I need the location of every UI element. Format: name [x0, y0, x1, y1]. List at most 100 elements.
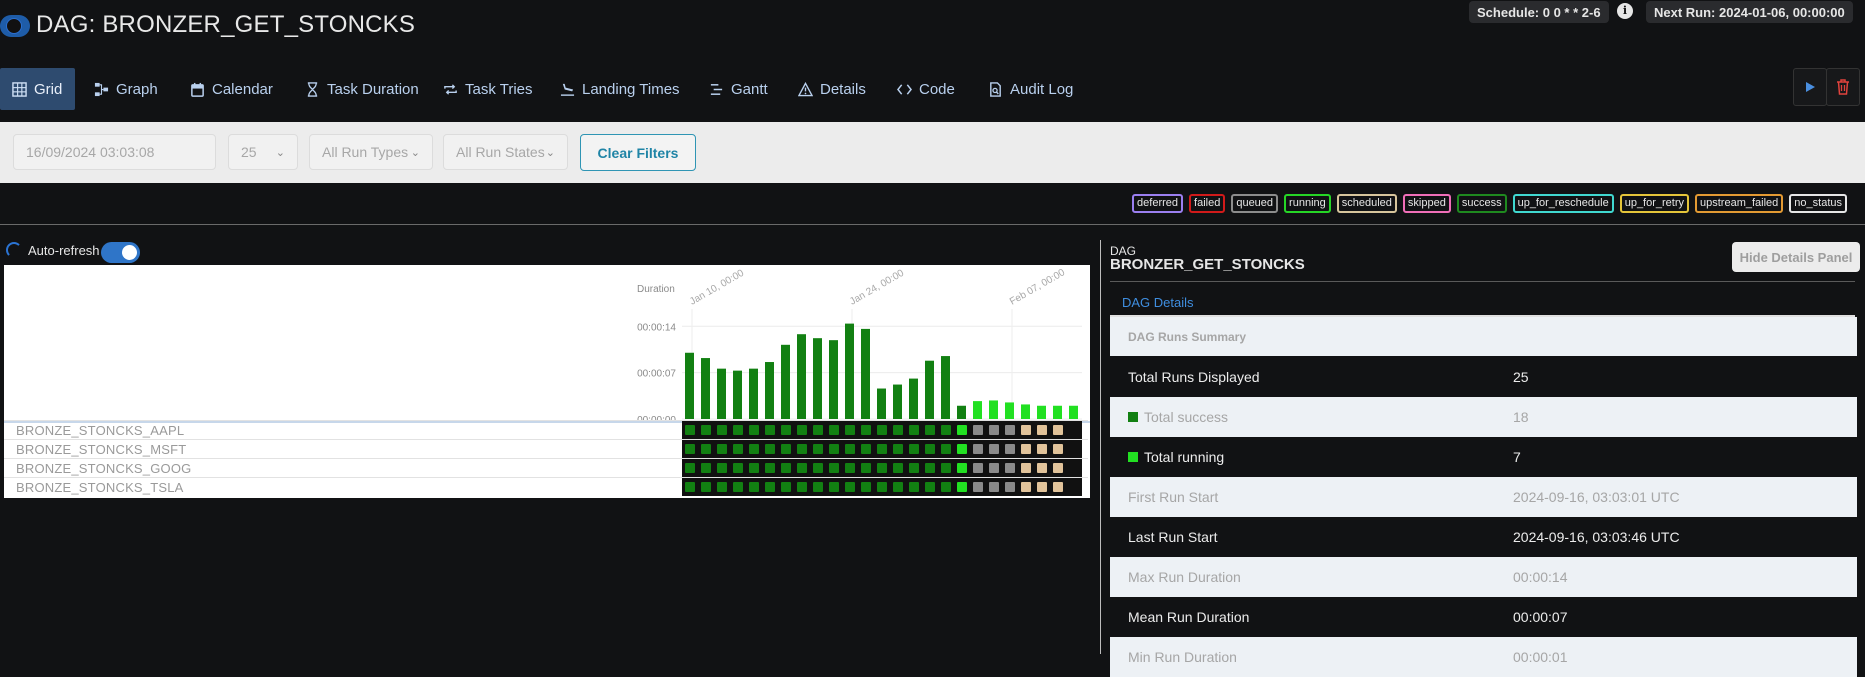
task-instance-cell[interactable] — [813, 463, 823, 473]
details-dag-name[interactable]: BRONZER_GET_STONCKS — [1110, 256, 1305, 273]
task-instance-cell[interactable] — [877, 425, 887, 435]
task-instance-cell[interactable] — [781, 425, 791, 435]
task-instance-cell[interactable] — [1005, 463, 1015, 473]
task-instance-cell[interactable] — [717, 482, 727, 492]
task-instance-cell[interactable] — [877, 463, 887, 473]
task-instance-cell[interactable] — [733, 425, 743, 435]
task-instance-cell[interactable] — [909, 463, 919, 473]
task-instance-cell[interactable] — [1037, 482, 1047, 492]
legend-item-no-status[interactable]: no_status — [1789, 194, 1847, 213]
task-instance-cell[interactable] — [701, 444, 711, 454]
task-instance-cell[interactable] — [973, 482, 983, 492]
legend-item-skipped[interactable]: skipped — [1402, 194, 1451, 213]
trigger-dag-button[interactable] — [1793, 68, 1827, 106]
task-instance-cell[interactable] — [765, 444, 775, 454]
base-date-input[interactable]: 16/09/2024 03:03:08 — [13, 134, 216, 170]
tab-gantt[interactable]: Gantt — [697, 68, 780, 110]
task-name[interactable]: BRONZE_STONCKS_AAPL — [16, 423, 184, 438]
task-instance-cell[interactable] — [829, 482, 839, 492]
task-instance-cell[interactable] — [957, 463, 967, 473]
legend-item-scheduled[interactable]: scheduled — [1336, 194, 1397, 213]
task-instance-cell[interactable] — [749, 463, 759, 473]
task-instance-cell[interactable] — [749, 482, 759, 492]
tab-dag-details[interactable]: DAG Details — [1122, 295, 1194, 310]
task-instance-cell[interactable] — [685, 463, 695, 473]
legend-item-queued[interactable]: queued — [1231, 194, 1279, 213]
task-instance-cell[interactable] — [1005, 425, 1015, 435]
task-instance-cell[interactable] — [685, 444, 695, 454]
task-name[interactable]: BRONZE_STONCKS_TSLA — [16, 480, 184, 495]
task-instance-cell[interactable] — [1021, 463, 1031, 473]
task-instance-cell[interactable] — [701, 425, 711, 435]
task-row[interactable]: BRONZE_STONCKS_AAPL — [4, 420, 1088, 439]
task-instance-cell[interactable] — [893, 444, 903, 454]
tab-landing-times[interactable]: Landing Times — [548, 68, 692, 110]
task-instance-cell[interactable] — [957, 482, 967, 492]
task-instance-cell[interactable] — [877, 444, 887, 454]
task-instance-cell[interactable] — [893, 482, 903, 492]
task-instance-cell[interactable] — [701, 482, 711, 492]
task-instance-cell[interactable] — [957, 425, 967, 435]
legend-item-failed[interactable]: failed — [1189, 194, 1226, 213]
task-instance-cell[interactable] — [941, 444, 951, 454]
task-instance-cell[interactable] — [829, 444, 839, 454]
task-instance-cell[interactable] — [813, 444, 823, 454]
task-instance-cell[interactable] — [765, 425, 775, 435]
task-instance-cell[interactable] — [877, 482, 887, 492]
task-instance-cell[interactable] — [861, 463, 871, 473]
task-instance-cell[interactable] — [861, 425, 871, 435]
task-instance-cell[interactable] — [717, 444, 727, 454]
task-instance-cell[interactable] — [765, 463, 775, 473]
task-name[interactable]: BRONZE_STONCKS_GOOG — [16, 461, 192, 476]
task-instance-cell[interactable] — [797, 425, 807, 435]
task-row[interactable]: BRONZE_STONCKS_MSFT — [4, 439, 1088, 458]
task-instance-cell[interactable] — [749, 425, 759, 435]
task-instance-cell[interactable] — [989, 425, 999, 435]
task-row[interactable]: BRONZE_STONCKS_GOOG — [4, 458, 1088, 477]
task-instance-cell[interactable] — [941, 463, 951, 473]
legend-item-deferred[interactable]: deferred — [1132, 194, 1184, 213]
tab-graph[interactable]: Graph — [82, 68, 170, 110]
num-runs-select[interactable]: 25 ⌄ — [228, 134, 298, 170]
tab-task-tries[interactable]: Task Tries — [431, 68, 545, 110]
task-instance-cell[interactable] — [1037, 425, 1047, 435]
task-instance-cell[interactable] — [717, 463, 727, 473]
task-instance-cell[interactable] — [813, 482, 823, 492]
task-instance-cell[interactable] — [829, 425, 839, 435]
tab-details[interactable]: Details — [786, 68, 878, 110]
task-instance-cell[interactable] — [973, 444, 983, 454]
task-instance-cell[interactable] — [1053, 444, 1063, 454]
tab-code[interactable]: Code — [885, 68, 967, 110]
task-instance-cell[interactable] — [813, 425, 823, 435]
legend-item-up-for-reschedule[interactable]: up_for_reschedule — [1512, 194, 1614, 213]
task-instance-cell[interactable] — [765, 482, 775, 492]
task-instance-cell[interactable] — [909, 482, 919, 492]
task-instance-cell[interactable] — [989, 482, 999, 492]
auto-refresh-toggle[interactable] — [101, 242, 140, 263]
task-instance-cell[interactable] — [909, 444, 919, 454]
task-instance-cell[interactable] — [941, 482, 951, 492]
task-instance-cell[interactable] — [925, 482, 935, 492]
task-instance-cell[interactable] — [829, 463, 839, 473]
task-instance-cell[interactable] — [845, 425, 855, 435]
task-instance-cell[interactable] — [861, 444, 871, 454]
dag-pause-toggle[interactable] — [0, 15, 30, 37]
tab-calendar[interactable]: Calendar — [178, 68, 285, 110]
task-instance-cell[interactable] — [989, 463, 999, 473]
task-instance-cell[interactable] — [701, 463, 711, 473]
task-instance-cell[interactable] — [925, 425, 935, 435]
task-instance-cell[interactable] — [845, 482, 855, 492]
task-instance-cell[interactable] — [717, 425, 727, 435]
tab-audit-log[interactable]: Audit Log — [976, 68, 1085, 110]
task-instance-cell[interactable] — [749, 444, 759, 454]
task-instance-cell[interactable] — [1021, 482, 1031, 492]
panel-divider[interactable] — [1100, 240, 1101, 654]
legend-item-success[interactable]: success — [1456, 194, 1507, 213]
task-instance-cell[interactable] — [845, 463, 855, 473]
task-instance-cell[interactable] — [1053, 463, 1063, 473]
task-instance-cell[interactable] — [781, 444, 791, 454]
task-instance-cell[interactable] — [893, 463, 903, 473]
task-instance-cell[interactable] — [797, 444, 807, 454]
task-instance-cell[interactable] — [925, 444, 935, 454]
tab-task-duration[interactable]: Task Duration — [293, 68, 431, 110]
